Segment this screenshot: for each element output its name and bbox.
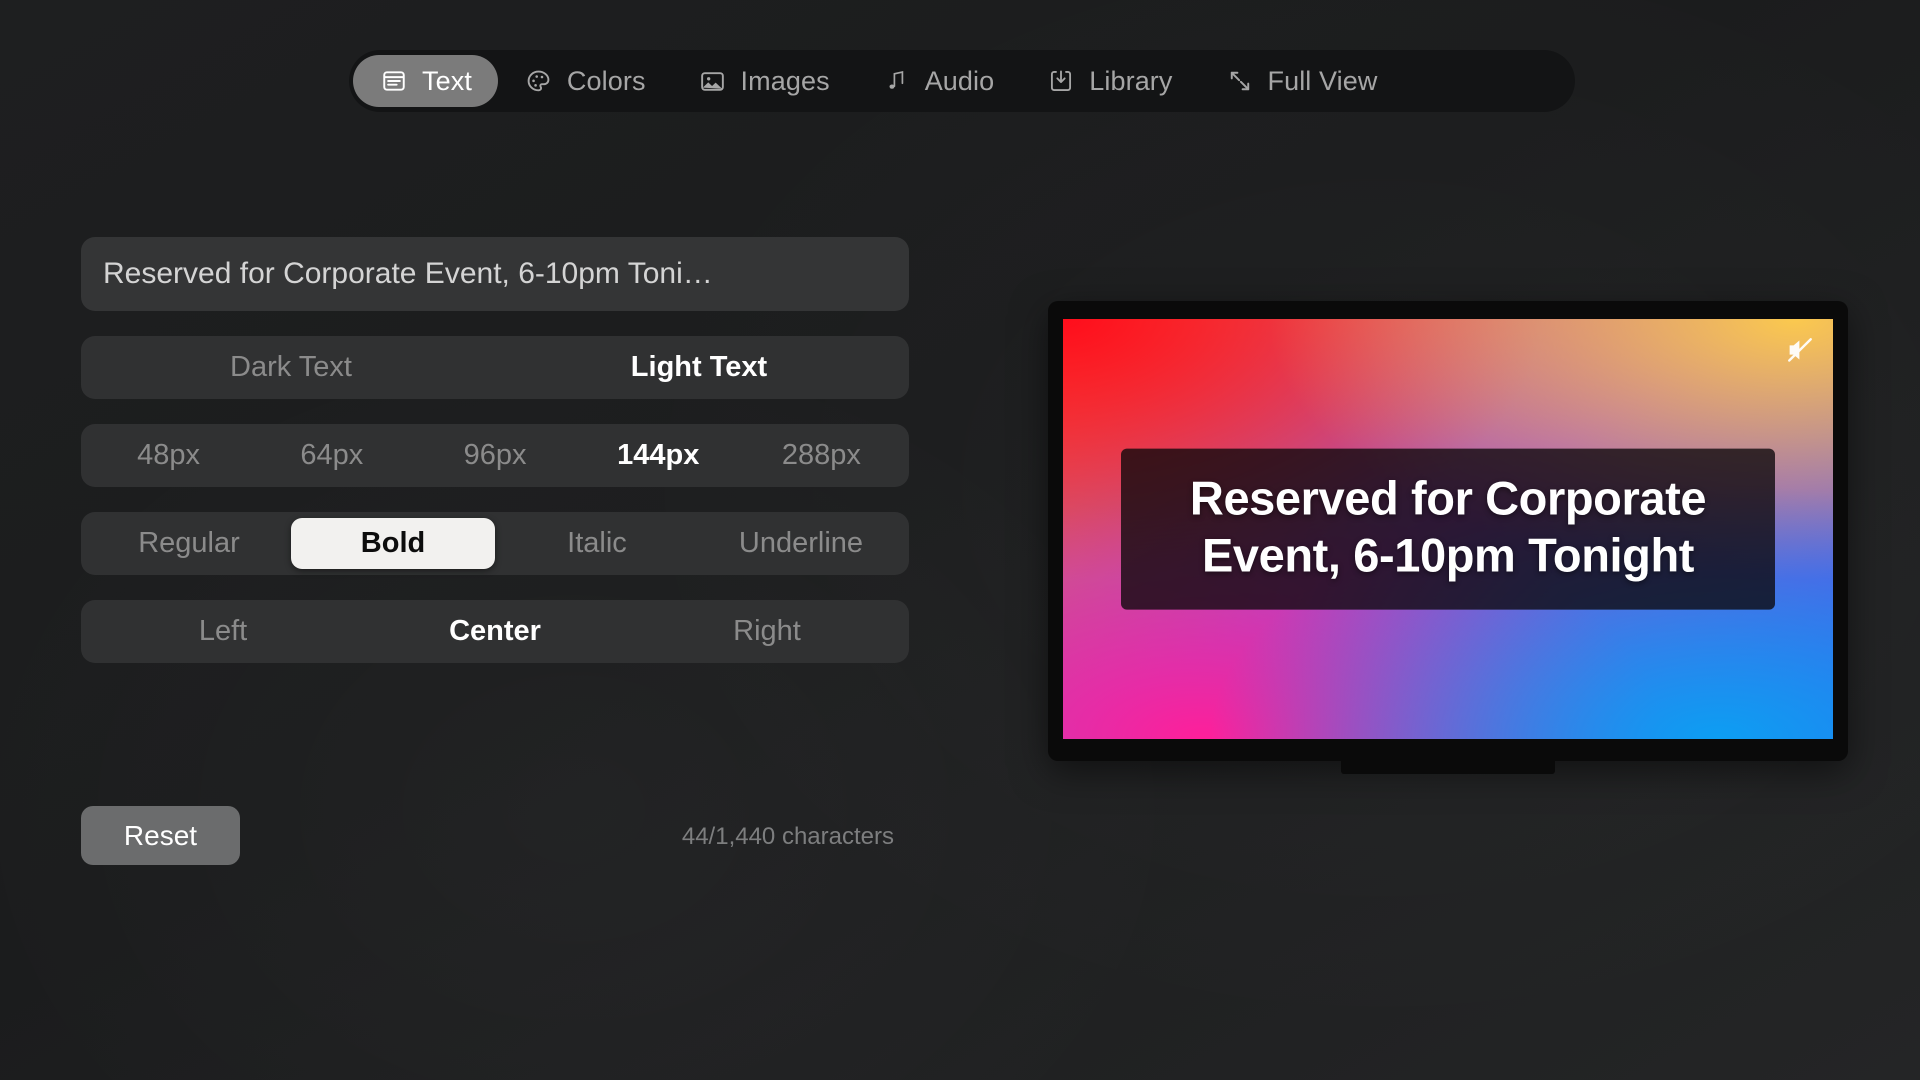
tab-label: Images bbox=[740, 65, 830, 96]
theme-option-dark-text[interactable]: Dark Text bbox=[87, 342, 495, 393]
tv-preview: Reserved for Corporate Event, 6-10pm Ton… bbox=[1048, 301, 1848, 774]
tab-images[interactable]: Images bbox=[672, 55, 856, 107]
photo-icon bbox=[698, 66, 728, 96]
palette-icon bbox=[524, 66, 554, 96]
tab-audio[interactable]: Audio bbox=[856, 55, 1021, 107]
speaker-muted-icon bbox=[1785, 335, 1815, 365]
preview-overlay-text: Reserved for Corporate Event, 6-10pm Ton… bbox=[1189, 471, 1707, 582]
document-text-icon bbox=[379, 66, 409, 96]
theme-option-light-text[interactable]: Light Text bbox=[495, 342, 903, 393]
tab-label: Audio bbox=[924, 65, 995, 96]
alignment-segmented-control: Left Center Right bbox=[81, 600, 909, 663]
font-size-option-96px[interactable]: 96px bbox=[413, 430, 576, 481]
section-footer: Reset 44/1,440 characters bbox=[81, 806, 909, 866]
download-box-icon bbox=[1046, 66, 1076, 96]
message-input[interactable]: Reserved for Corporate Event, 6-10pm Ton… bbox=[81, 237, 909, 311]
expand-arrows-icon bbox=[1225, 66, 1255, 96]
tab-library[interactable]: Library bbox=[1020, 55, 1198, 107]
tab-label: Text bbox=[422, 65, 472, 96]
theme-segmented-control: Dark Text Light Text bbox=[81, 336, 909, 399]
alignment-option-left[interactable]: Left bbox=[87, 606, 359, 657]
font-style-option-underline[interactable]: Underline bbox=[699, 518, 903, 569]
font-size-option-144px[interactable]: 144px bbox=[577, 430, 740, 481]
font-style-segmented-control: Regular Bold Italic Underline bbox=[81, 512, 909, 575]
tab-label: Colors bbox=[566, 65, 646, 96]
tab-label: Library bbox=[1089, 65, 1173, 96]
tv-screen[interactable]: Reserved for Corporate Event, 6-10pm Ton… bbox=[1063, 319, 1833, 739]
tab-label: Full View bbox=[1267, 65, 1378, 96]
tv-bezel: Reserved for Corporate Event, 6-10pm Ton… bbox=[1048, 301, 1848, 761]
music-note-icon bbox=[882, 66, 912, 96]
tab-full-view[interactable]: Full View bbox=[1199, 55, 1404, 107]
tab-text[interactable]: Text bbox=[353, 55, 498, 107]
font-size-segmented-control: 48px 64px 96px 144px 288px bbox=[81, 424, 909, 487]
font-style-option-italic[interactable]: Italic bbox=[495, 518, 699, 569]
preview-text-overlay: Reserved for Corporate Event, 6-10pm Ton… bbox=[1121, 448, 1775, 610]
font-size-option-64px[interactable]: 64px bbox=[250, 430, 413, 481]
section-tabbar: Text Colors Images Audio Library Full Vi… bbox=[349, 50, 1575, 112]
alignment-option-right[interactable]: Right bbox=[631, 606, 903, 657]
font-size-option-48px[interactable]: 48px bbox=[87, 430, 250, 481]
font-style-option-regular[interactable]: Regular bbox=[87, 518, 291, 569]
section-text-controls: Reserved for Corporate Event, 6-10pm Ton… bbox=[81, 237, 909, 663]
font-style-option-bold[interactable]: Bold bbox=[291, 518, 495, 569]
character-counter: 44/1,440 characters bbox=[681, 823, 894, 850]
tv-stand bbox=[1341, 761, 1555, 774]
tab-colors[interactable]: Colors bbox=[498, 55, 672, 107]
reset-button[interactable]: Reset bbox=[81, 806, 240, 865]
alignment-option-center[interactable]: Center bbox=[359, 606, 631, 657]
signage-text-editor-screen: Text Colors Images Audio Library Full Vi… bbox=[0, 0, 1920, 1080]
font-size-option-288px[interactable]: 288px bbox=[740, 430, 903, 481]
